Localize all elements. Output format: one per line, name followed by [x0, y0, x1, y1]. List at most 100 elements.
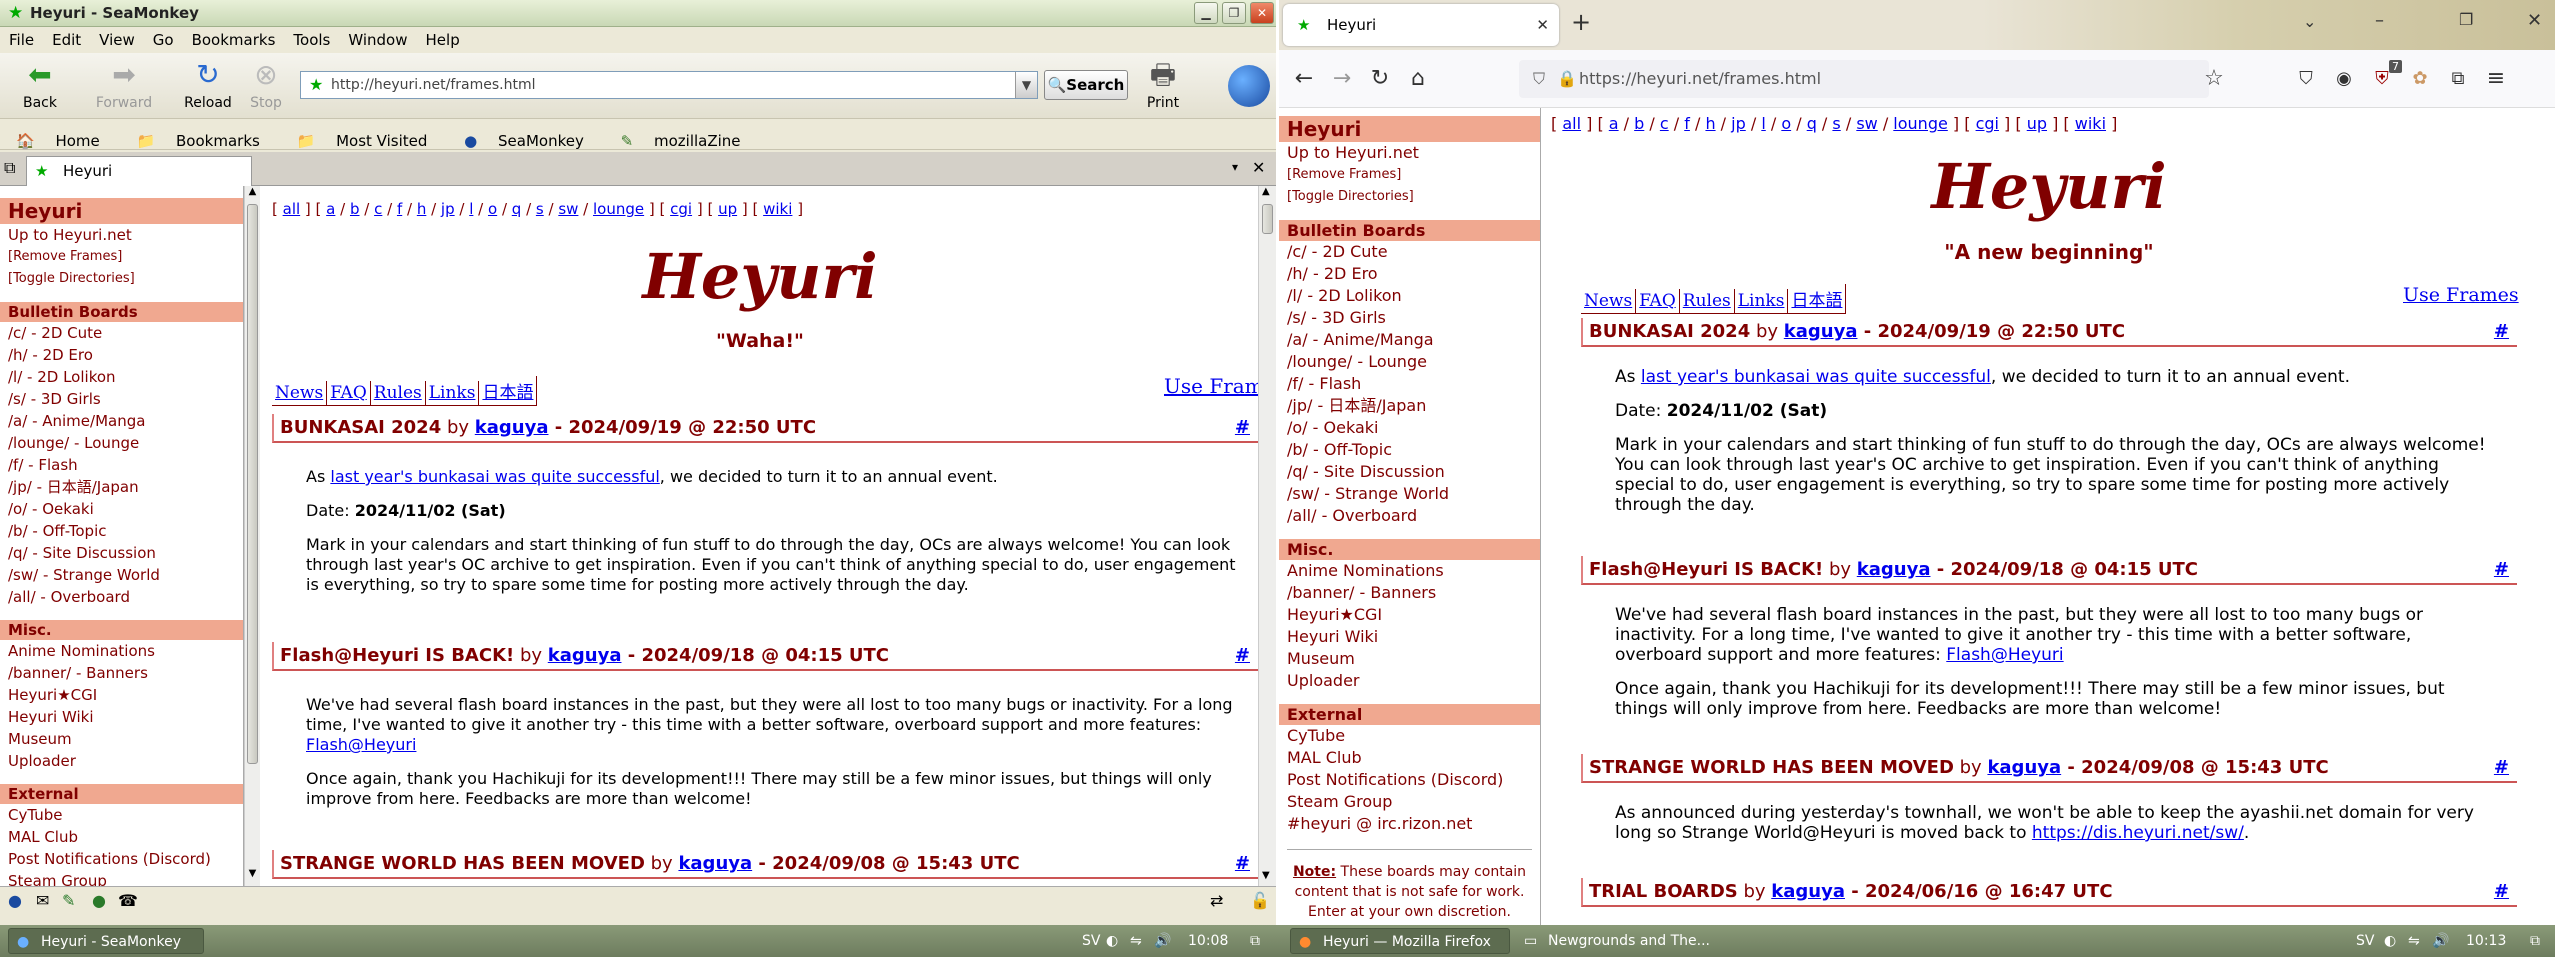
search-button[interactable]: 🔍Search	[1044, 70, 1128, 100]
menu-file[interactable]: File	[0, 27, 43, 53]
tab-faq[interactable]: FAQ	[327, 381, 371, 406]
scrollbar-thumb[interactable]	[1262, 204, 1273, 234]
misc-link[interactable]: /banner/ - Banners	[0, 662, 243, 684]
external-link[interactable]: #heyuri @ irc.rizon.net	[1279, 813, 1540, 835]
tab-heyuri[interactable]: ★ Heyuri	[26, 156, 252, 186]
remove-frames-link[interactable]: [Remove Frames]	[1279, 164, 1540, 186]
close-window-icon[interactable]: ✕	[2527, 10, 2542, 31]
misc-link[interactable]: Anime Nominations	[0, 640, 243, 662]
tray-icon[interactable]: ⧉	[2530, 925, 2540, 957]
back-button[interactable]: ←	[1289, 64, 1319, 94]
tray-icon[interactable]: ◐	[2384, 925, 2396, 957]
board-link[interactable]: /a/ - Anime/Manga	[1279, 329, 1540, 351]
url-bar[interactable]: ⛉ 🔒 https://heyuri.net/frames.html	[1519, 60, 2209, 98]
post-author-link[interactable]: kaguya	[1771, 881, 1845, 902]
board-nav-link[interactable]: c	[374, 200, 382, 218]
board-nav-link[interactable]: b	[1634, 114, 1644, 133]
board-nav-link[interactable]: l	[1761, 114, 1765, 133]
tab-japanese[interactable]: 日本語	[1788, 284, 1847, 314]
maximize-button[interactable]: ❐	[1222, 2, 1246, 24]
use-frames-link[interactable]: Use Frames	[2403, 284, 2519, 306]
post-author-link[interactable]: kaguya	[548, 645, 622, 666]
print-button[interactable]: 🖶 Print	[1133, 59, 1193, 117]
menu-edit[interactable]: Edit	[43, 27, 90, 53]
restore-icon[interactable]: ❐	[2459, 10, 2473, 29]
bunkasai-link[interactable]: last year's bunkasai was quite successfu…	[1641, 367, 1991, 387]
board-nav-link[interactable]: s	[1832, 114, 1840, 133]
strange-world-link[interactable]: https://dis.heyuri.net/sw/	[2032, 823, 2244, 843]
board-nav-link[interactable]: c	[1660, 114, 1669, 133]
extensions-puzzle-icon[interactable]: ⧉	[2443, 64, 2473, 94]
flash-link[interactable]: Flash@Heyuri	[306, 735, 416, 754]
board-link[interactable]: /h/ - 2D Ero	[1279, 263, 1540, 285]
board-link[interactable]: /all/ - Overboard	[1279, 505, 1540, 527]
taskbar-firefox-button[interactable]: ● Heyuri — Mozilla Firefox	[1290, 928, 1510, 954]
flash-link[interactable]: Flash@Heyuri	[1946, 645, 2063, 665]
navigator-icon[interactable]: ●	[8, 891, 22, 910]
wiki-link[interactable]: wiki	[763, 200, 792, 218]
board-nav-link[interactable]: l	[469, 200, 473, 218]
minimize-icon[interactable]: –	[2375, 10, 2384, 31]
stop-button[interactable]: ⊗ Stop	[236, 59, 296, 117]
menu-help[interactable]: Help	[417, 27, 469, 53]
board-link[interactable]: /c/ - 2D Cute	[1279, 241, 1540, 263]
scrollbar-thumb[interactable]	[247, 204, 258, 764]
board-nav-link[interactable]: sw	[1856, 114, 1877, 133]
scroll-down-icon[interactable]: ▼	[1262, 870, 1270, 881]
back-button[interactable]: ⬅ Back	[10, 59, 70, 117]
tab-list-icon[interactable]: ⧉	[4, 158, 15, 178]
new-tab-button[interactable]: +	[1571, 8, 1591, 36]
board-nav-link[interactable]: a	[326, 200, 335, 218]
board-link[interactable]: /q/ - Site Discussion	[0, 542, 243, 564]
board-nav-link[interactable]: q	[1807, 114, 1817, 133]
board-nav-link[interactable]: jp	[441, 200, 455, 218]
misc-link[interactable]: Anime Nominations	[1279, 560, 1540, 582]
board-link[interactable]: /jp/ - 日本語/Japan	[0, 476, 243, 498]
bunkasai-link[interactable]: last year's bunkasai was quite successfu…	[330, 467, 659, 486]
menu-bookmarks[interactable]: Bookmarks	[183, 27, 285, 53]
post-permalink[interactable]: #	[2494, 881, 2509, 902]
network-icon[interactable]: ⇋	[2408, 925, 2420, 957]
external-link[interactable]: Post Notifications (Discord)	[0, 848, 243, 870]
board-nav-link[interactable]: all	[1562, 114, 1581, 133]
use-frames-link[interactable]: Use Frames	[1164, 374, 1258, 398]
external-link[interactable]: CyTube	[0, 804, 243, 826]
board-nav-link[interactable]: o	[488, 200, 497, 218]
up-link[interactable]: up	[718, 200, 737, 218]
board-link[interactable]: /b/ - Off-Topic	[1279, 439, 1540, 461]
tab-links[interactable]: Links	[1734, 289, 1789, 314]
board-link[interactable]: /jp/ - 日本語/Japan	[1279, 395, 1540, 417]
misc-link[interactable]: Heyuri★CGI	[0, 684, 243, 706]
board-nav-link[interactable]: b	[350, 200, 360, 218]
board-nav-link[interactable]: a	[1609, 114, 1619, 133]
bookmark-star-icon[interactable]: ☆	[2199, 64, 2229, 94]
language-indicator[interactable]: SV	[2356, 925, 2374, 957]
sidebar-scrollbar[interactable]: ▲ ▼	[244, 186, 260, 886]
board-link[interactable]: /o/ - Oekaki	[1279, 417, 1540, 439]
extension-icon[interactable]: ✿	[2405, 64, 2435, 94]
address-book-icon[interactable]: ☎	[118, 891, 138, 910]
tab-rules[interactable]: Rules	[370, 381, 426, 406]
up-link[interactable]: up	[2027, 114, 2047, 133]
tray-icon[interactable]: ◐	[1106, 925, 1118, 957]
post-permalink[interactable]: #	[1235, 645, 1250, 666]
board-link[interactable]: /s/ - 3D Girls	[0, 388, 243, 410]
board-nav-link[interactable]: h	[1705, 114, 1715, 133]
misc-link[interactable]: Uploader	[0, 750, 243, 772]
tab-faq[interactable]: FAQ	[1636, 289, 1680, 314]
post-permalink[interactable]: #	[2494, 321, 2509, 342]
sidebar-up-link[interactable]: Up to Heyuri.net	[0, 224, 243, 246]
menu-tools[interactable]: Tools	[284, 27, 339, 53]
tab-rules[interactable]: Rules	[1679, 289, 1735, 314]
external-link[interactable]: Steam Group	[0, 870, 243, 886]
mail-icon[interactable]: ✉	[36, 891, 49, 910]
scroll-down-icon[interactable]: ▼	[247, 868, 258, 884]
board-nav-link[interactable]: sw	[558, 200, 578, 218]
board-nav-link[interactable]: jp	[1731, 114, 1746, 133]
reload-button[interactable]: ↻	[1365, 64, 1395, 94]
board-link[interactable]: /a/ - Anime/Manga	[0, 410, 243, 432]
chat-icon[interactable]: ●	[92, 891, 106, 910]
close-tab-icon[interactable]: ✕	[1252, 158, 1265, 177]
menu-view[interactable]: View	[90, 27, 144, 53]
external-link[interactable]: Post Notifications (Discord)	[1279, 769, 1540, 791]
